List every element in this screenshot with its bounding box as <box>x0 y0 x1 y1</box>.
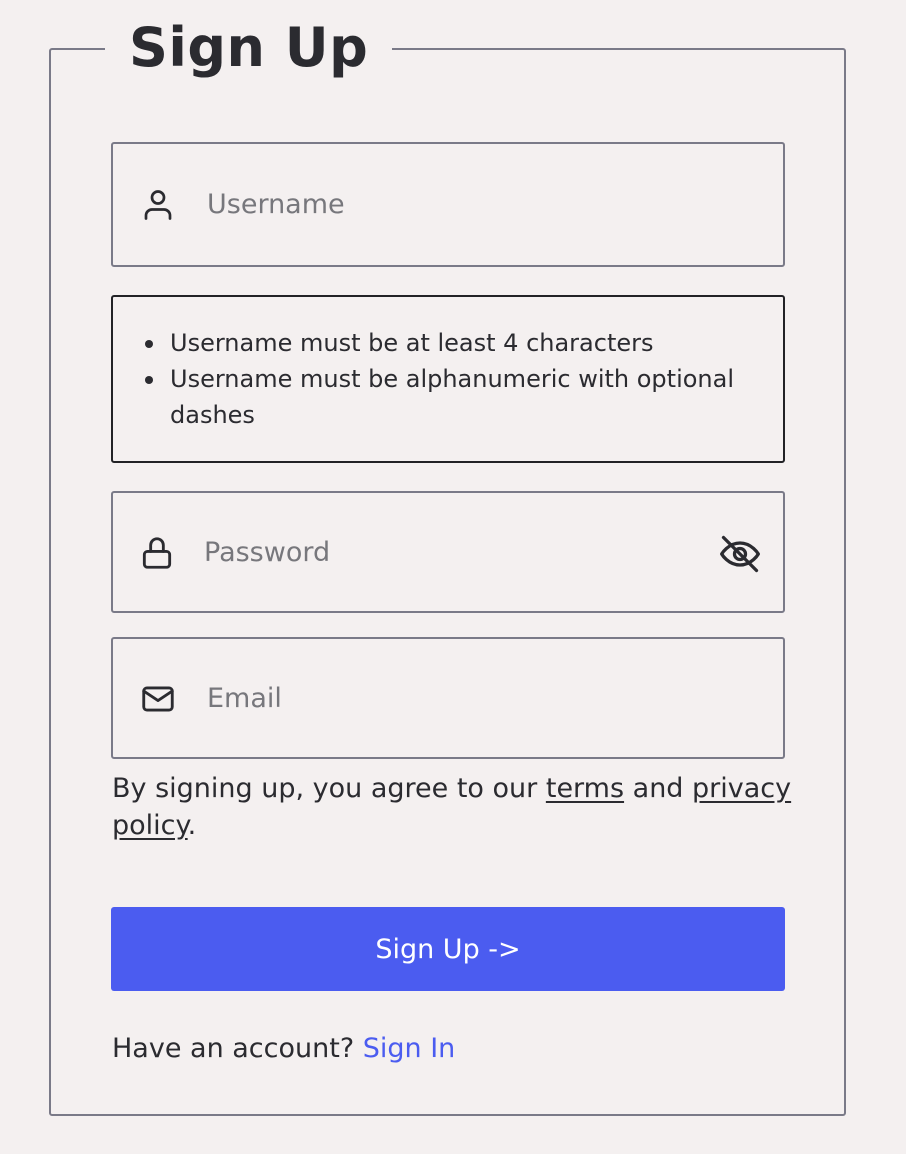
terms-suffix: . <box>187 810 197 841</box>
terms-agreement: By signing up, you agree to our terms an… <box>112 770 802 844</box>
lock-icon <box>142 537 172 569</box>
form-title: Sign Up <box>105 8 393 88</box>
eye-off-icon[interactable] <box>718 532 762 576</box>
email-field[interactable] <box>111 637 785 759</box>
password-field[interactable] <box>111 491 785 613</box>
sign-up-button[interactable]: Sign Up -> <box>111 907 785 991</box>
email-input[interactable] <box>207 639 767 757</box>
password-input[interactable] <box>204 493 694 611</box>
requirement-alphanumeric: Username must be alphanumeric with optio… <box>143 361 743 433</box>
requirements-list: Username must be at least 4 characters U… <box>143 325 743 433</box>
terms-link[interactable]: terms <box>546 773 624 804</box>
signin-prompt: Have an account? <box>112 1033 363 1064</box>
mail-icon <box>142 686 174 712</box>
terms-prefix: By signing up, you agree to our <box>112 773 546 804</box>
signin-prompt-row: Have an account? Sign In <box>112 1030 455 1068</box>
username-input[interactable] <box>207 144 767 265</box>
sign-in-link[interactable]: Sign In <box>363 1033 456 1064</box>
user-icon <box>144 190 172 220</box>
terms-middle: and <box>624 773 693 804</box>
username-requirements: Username must be at least 4 characters U… <box>111 295 785 463</box>
username-field[interactable] <box>111 142 785 267</box>
requirement-min-length: Username must be at least 4 characters <box>143 325 743 361</box>
